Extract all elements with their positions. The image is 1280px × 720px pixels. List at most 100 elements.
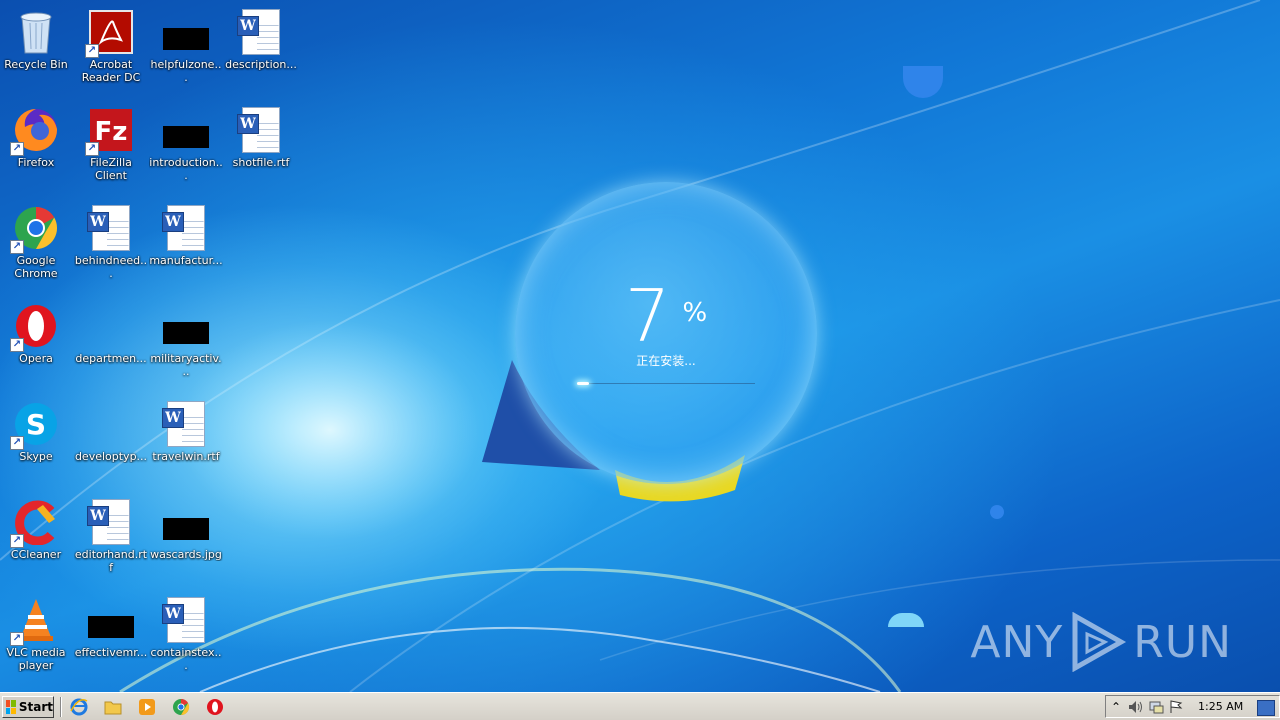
desktop-icon-effectivemr[interactable]: effectivemr... [74, 596, 148, 659]
icon-label: introduction... [149, 156, 223, 182]
desktop-icon-departmen[interactable]: departmen... [74, 302, 148, 365]
opera-icon: ↗ [10, 302, 60, 352]
desktop-icon-helpfulzone[interactable]: helpfulzone... [149, 8, 223, 84]
blank-file-icon [87, 302, 135, 350]
media-player-icon[interactable] [137, 697, 157, 717]
svg-text:Fz: Fz [95, 117, 128, 147]
show-desktop-button[interactable] [1257, 700, 1275, 716]
icon-label: Skype [19, 450, 53, 463]
anyrun-watermark: ANY RUN [970, 612, 1232, 672]
progress-bar-fill [577, 382, 589, 385]
shortcut-arrow-icon: ↗ [10, 240, 24, 254]
blank-file-icon [87, 400, 135, 448]
desktop-icon-manufactur[interactable]: W manufactur... [149, 204, 223, 267]
shortcut-arrow-icon: ↗ [10, 142, 24, 156]
network-icon[interactable] [1146, 697, 1166, 717]
desktop-icon-opera[interactable]: ↗ Opera [0, 302, 73, 365]
ie-icon[interactable] [69, 697, 89, 717]
percent-symbol: % [682, 298, 708, 328]
icon-label: description... [225, 58, 297, 71]
install-status-text: 正在安装... [636, 354, 696, 368]
redacted-file-icon [162, 498, 210, 546]
desktop-icon-vlc[interactable]: ↗ VLC media player [0, 596, 73, 672]
shortcut-arrow-icon: ↗ [10, 338, 24, 352]
ccleaner-icon: ↗ [10, 498, 60, 548]
icon-label: VLC media player [6, 646, 66, 672]
icon-label: CCleaner [10, 548, 62, 561]
bubble-decoration [888, 613, 924, 627]
word-document-icon: W [87, 204, 135, 252]
skype-icon: S ↗ [10, 400, 60, 450]
desktop-icon-introduction[interactable]: introduction... [149, 106, 223, 182]
recycle-bin-icon [12, 8, 60, 56]
icon-label: militaryactiv... [150, 352, 222, 378]
redacted-file-icon [162, 106, 210, 154]
icon-label: FileZilla Client [90, 156, 132, 182]
desktop-icon-recycle-bin[interactable]: Recycle Bin [0, 8, 73, 71]
clock[interactable]: 1:25 AM [1198, 700, 1243, 713]
word-document-icon: W [237, 106, 285, 154]
icon-label: Firefox [17, 156, 55, 169]
acrobat-icon: ↗ [85, 8, 135, 58]
folder-icon[interactable] [103, 697, 123, 717]
taskbar: Start ⌃ 1:25 AM [0, 692, 1280, 720]
filezilla-icon: Fz ↗ [85, 106, 135, 156]
icon-label: manufactur... [149, 254, 223, 267]
flag-icon[interactable] [1166, 697, 1186, 717]
opera-icon[interactable] [205, 697, 225, 717]
desktop-icon-developtyp[interactable]: developtyp... [74, 400, 148, 463]
icon-label: shotfile.rtf [232, 156, 290, 169]
shortcut-arrow-icon: ↗ [10, 436, 24, 450]
desktop-icon-travelwin[interactable]: W travelwin.rtf [149, 400, 223, 463]
word-document-icon: W [237, 8, 285, 56]
icon-label: travelwin.rtf [152, 450, 220, 463]
desktop-icon-containstex[interactable]: W containstex... [149, 596, 223, 672]
icon-label: Opera [19, 352, 53, 365]
desktop-icon-filezilla[interactable]: Fz ↗ FileZilla Client [74, 106, 148, 182]
icon-label: editorhand.rtf [74, 548, 148, 574]
chrome-icon: ↗ [10, 204, 60, 254]
word-document-icon: W [162, 204, 210, 252]
desktop-icon-ccleaner[interactable]: ↗ CCleaner [0, 498, 73, 561]
icon-label: Acrobat Reader DC [81, 58, 141, 84]
progress-percent: 7% [515, 274, 817, 358]
desktop-icon-editorhand[interactable]: W editorhand.rtf [74, 498, 148, 574]
icon-label: helpfulzone... [150, 58, 222, 84]
desktop-icon-skype[interactable]: S ↗ Skype [0, 400, 73, 463]
desktop-icon-google-chrome[interactable]: ↗ Google Chrome [0, 204, 73, 280]
icon-label: behindneed... [74, 254, 148, 280]
icon-label: effectivemr... [74, 646, 148, 659]
chrome-icon[interactable] [171, 697, 191, 717]
word-document-icon: W [162, 596, 210, 644]
watermark-left-text: ANY [970, 616, 1064, 668]
chevron-up-icon[interactable]: ⌃ [1106, 697, 1126, 717]
bubble-decoration [990, 505, 1004, 519]
desktop-icon-militaryactiv[interactable]: militaryactiv... [149, 302, 223, 378]
redacted-file-icon [87, 596, 135, 644]
progress-percent-value: 7 [624, 274, 671, 358]
redacted-file-icon [162, 8, 210, 56]
shortcut-arrow-icon: ↗ [85, 44, 99, 58]
installer-progress-bubble[interactable]: 7% 正在安装... [515, 182, 817, 484]
icon-label: wascards.jpg [150, 548, 222, 561]
icon-label: containstex... [150, 646, 222, 672]
start-button[interactable]: Start [2, 696, 54, 718]
start-label: Start [18, 700, 53, 714]
desktop-icon-acrobat[interactable]: ↗ Acrobat Reader DC [74, 8, 148, 84]
firefox-icon: ↗ [10, 106, 60, 156]
windows-logo-icon [6, 700, 16, 714]
icon-label: Google Chrome [14, 254, 58, 280]
icon-label: Recycle Bin [4, 58, 68, 71]
redacted-file-icon [162, 302, 210, 350]
desktop-icon-behindneed[interactable]: W behindneed... [74, 204, 148, 280]
desktop-icon-shotfile[interactable]: W shotfile.rtf [224, 106, 298, 169]
speaker-icon[interactable] [1126, 697, 1146, 717]
desktop-icon-description[interactable]: W description... [224, 8, 298, 71]
taskbar-divider [60, 697, 62, 717]
desktop-icon-firefox[interactable]: ↗ Firefox [0, 106, 73, 169]
system-tray: ⌃ 1:25 AM [1105, 695, 1280, 718]
watermark-right-text: RUN [1133, 616, 1232, 668]
vlc-icon: ↗ [10, 596, 60, 646]
progress-bar [577, 382, 755, 385]
desktop-icon-wascards[interactable]: wascards.jpg [149, 498, 223, 561]
